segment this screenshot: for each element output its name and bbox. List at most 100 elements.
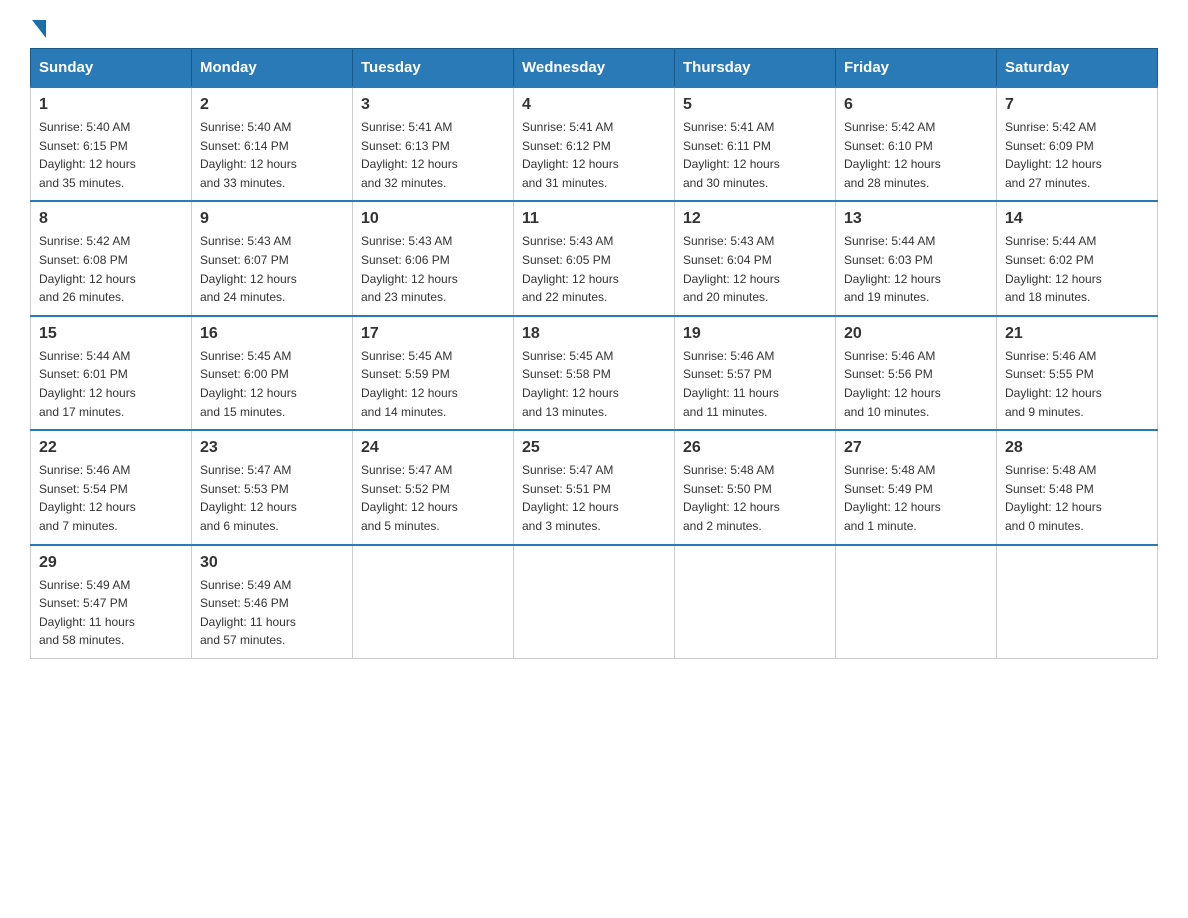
day-number: 28 xyxy=(1005,439,1149,457)
calendar-day xyxy=(353,545,514,659)
day-info: Sunrise: 5:43 AMSunset: 6:04 PMDaylight:… xyxy=(683,232,827,306)
day-number: 11 xyxy=(522,210,666,228)
calendar-day: 6 Sunrise: 5:42 AMSunset: 6:10 PMDaylight… xyxy=(836,87,997,201)
calendar-day: 17Sunrise: 5:45 AMSunset: 5:59 PMDayligh… xyxy=(353,316,514,430)
day-info: Sunrise: 5:44 AMSunset: 6:01 PMDaylight:… xyxy=(39,347,183,421)
day-info: Sunrise: 5:48 AMSunset: 5:49 PMDaylight:… xyxy=(844,461,988,535)
calendar-day: 1 Sunrise: 5:40 AMSunset: 6:15 PMDaylight… xyxy=(31,87,192,201)
day-number: 6 xyxy=(844,96,988,114)
calendar-day: 30Sunrise: 5:49 AMSunset: 5:46 PMDayligh… xyxy=(192,545,353,659)
day-info: Sunrise: 5:41 AMSunset: 6:13 PMDaylight:… xyxy=(361,118,505,192)
calendar-week-5: 29 Sunrise: 5:49 AMSunset: 5:47 PMDayligh… xyxy=(31,545,1158,659)
day-info: Sunrise: 5:46 AMSunset: 5:54 PMDaylight:… xyxy=(39,461,183,535)
logo-arrow-icon xyxy=(32,20,46,38)
calendar-week-2: 8 Sunrise: 5:42 AMSunset: 6:08 PMDaylight… xyxy=(31,201,1158,315)
day-info: Sunrise: 5:43 AMSunset: 6:05 PMDaylight:… xyxy=(522,232,666,306)
day-info: Sunrise: 5:45 AMSunset: 5:58 PMDaylight:… xyxy=(522,347,666,421)
calendar-day: 4 Sunrise: 5:41 AMSunset: 6:12 PMDaylight… xyxy=(514,87,675,201)
calendar-day: 14 Sunrise: 5:44 AMSunset: 6:02 PMDayligh… xyxy=(997,201,1158,315)
day-number: 12 xyxy=(683,210,827,228)
day-info: Sunrise: 5:49 AMSunset: 5:47 PMDaylight:… xyxy=(39,576,183,650)
calendar-week-1: 1 Sunrise: 5:40 AMSunset: 6:15 PMDaylight… xyxy=(31,87,1158,201)
day-info: Sunrise: 5:42 AMSunset: 6:10 PMDaylight:… xyxy=(844,118,988,192)
calendar-day: 12 Sunrise: 5:43 AMSunset: 6:04 PMDayligh… xyxy=(675,201,836,315)
day-number: 14 xyxy=(1005,210,1149,228)
day-number: 10 xyxy=(361,210,505,228)
weekday-header-wednesday: Wednesday xyxy=(514,49,675,88)
calendar-day: 7 Sunrise: 5:42 AMSunset: 6:09 PMDaylight… xyxy=(997,87,1158,201)
day-number: 8 xyxy=(39,210,183,228)
calendar-day: 26 Sunrise: 5:48 AMSunset: 5:50 PMDayligh… xyxy=(675,430,836,544)
day-number: 5 xyxy=(683,96,827,114)
calendar-day: 11 Sunrise: 5:43 AMSunset: 6:05 PMDayligh… xyxy=(514,201,675,315)
day-info: Sunrise: 5:44 AMSunset: 6:03 PMDaylight:… xyxy=(844,232,988,306)
calendar-day: 9 Sunrise: 5:43 AMSunset: 6:07 PMDaylight… xyxy=(192,201,353,315)
calendar-day: 21 Sunrise: 5:46 AMSunset: 5:55 PMDayligh… xyxy=(997,316,1158,430)
calendar-day: 13 Sunrise: 5:44 AMSunset: 6:03 PMDayligh… xyxy=(836,201,997,315)
day-number: 1 xyxy=(39,96,183,114)
calendar-day: 19 Sunrise: 5:46 AMSunset: 5:57 PMDayligh… xyxy=(675,316,836,430)
calendar-day: 20 Sunrise: 5:46 AMSunset: 5:56 PMDayligh… xyxy=(836,316,997,430)
day-info: Sunrise: 5:44 AMSunset: 6:02 PMDaylight:… xyxy=(1005,232,1149,306)
day-info: Sunrise: 5:45 AMSunset: 6:00 PMDaylight:… xyxy=(200,347,344,421)
logo xyxy=(30,20,48,38)
day-info: Sunrise: 5:48 AMSunset: 5:48 PMDaylight:… xyxy=(1005,461,1149,535)
day-number: 18 xyxy=(522,325,666,343)
calendar-day: 22Sunrise: 5:46 AMSunset: 5:54 PMDayligh… xyxy=(31,430,192,544)
weekday-header-friday: Friday xyxy=(836,49,997,88)
day-number: 4 xyxy=(522,96,666,114)
page-header xyxy=(30,20,1158,38)
day-info: Sunrise: 5:46 AMSunset: 5:56 PMDaylight:… xyxy=(844,347,988,421)
calendar-header-row: SundayMondayTuesdayWednesdayThursdayFrid… xyxy=(31,49,1158,88)
calendar-day: 25 Sunrise: 5:47 AMSunset: 5:51 PMDayligh… xyxy=(514,430,675,544)
day-info: Sunrise: 5:40 AMSunset: 6:15 PMDaylight:… xyxy=(39,118,183,192)
day-info: Sunrise: 5:46 AMSunset: 5:55 PMDaylight:… xyxy=(1005,347,1149,421)
day-number: 19 xyxy=(683,325,827,343)
day-info: Sunrise: 5:43 AMSunset: 6:07 PMDaylight:… xyxy=(200,232,344,306)
day-info: Sunrise: 5:40 AMSunset: 6:14 PMDaylight:… xyxy=(200,118,344,192)
day-info: Sunrise: 5:41 AMSunset: 6:12 PMDaylight:… xyxy=(522,118,666,192)
day-number: 15 xyxy=(39,325,183,343)
calendar-day: 16 Sunrise: 5:45 AMSunset: 6:00 PMDayligh… xyxy=(192,316,353,430)
day-number: 16 xyxy=(200,325,344,343)
day-info: Sunrise: 5:47 AMSunset: 5:52 PMDaylight:… xyxy=(361,461,505,535)
calendar-day: 10Sunrise: 5:43 AMSunset: 6:06 PMDayligh… xyxy=(353,201,514,315)
calendar-day xyxy=(836,545,997,659)
day-info: Sunrise: 5:48 AMSunset: 5:50 PMDaylight:… xyxy=(683,461,827,535)
day-info: Sunrise: 5:45 AMSunset: 5:59 PMDaylight:… xyxy=(361,347,505,421)
day-number: 3 xyxy=(361,96,505,114)
calendar-day: 18 Sunrise: 5:45 AMSunset: 5:58 PMDayligh… xyxy=(514,316,675,430)
day-number: 30 xyxy=(200,554,344,572)
day-number: 29 xyxy=(39,554,183,572)
day-info: Sunrise: 5:47 AMSunset: 5:51 PMDaylight:… xyxy=(522,461,666,535)
day-info: Sunrise: 5:46 AMSunset: 5:57 PMDaylight:… xyxy=(683,347,827,421)
calendar-body: 1 Sunrise: 5:40 AMSunset: 6:15 PMDaylight… xyxy=(31,87,1158,658)
day-number: 9 xyxy=(200,210,344,228)
day-number: 2 xyxy=(200,96,344,114)
day-number: 26 xyxy=(683,439,827,457)
calendar-day: 24 Sunrise: 5:47 AMSunset: 5:52 PMDayligh… xyxy=(353,430,514,544)
day-number: 20 xyxy=(844,325,988,343)
calendar-day: 2 Sunrise: 5:40 AMSunset: 6:14 PMDaylight… xyxy=(192,87,353,201)
day-number: 24 xyxy=(361,439,505,457)
calendar-day: 5 Sunrise: 5:41 AMSunset: 6:11 PMDaylight… xyxy=(675,87,836,201)
day-info: Sunrise: 5:42 AMSunset: 6:08 PMDaylight:… xyxy=(39,232,183,306)
calendar-day: 28 Sunrise: 5:48 AMSunset: 5:48 PMDayligh… xyxy=(997,430,1158,544)
day-number: 21 xyxy=(1005,325,1149,343)
calendar-day: 15 Sunrise: 5:44 AMSunset: 6:01 PMDayligh… xyxy=(31,316,192,430)
day-number: 25 xyxy=(522,439,666,457)
day-number: 7 xyxy=(1005,96,1149,114)
weekday-header-saturday: Saturday xyxy=(997,49,1158,88)
day-number: 13 xyxy=(844,210,988,228)
weekday-header-sunday: Sunday xyxy=(31,49,192,88)
day-info: Sunrise: 5:42 AMSunset: 6:09 PMDaylight:… xyxy=(1005,118,1149,192)
day-number: 23 xyxy=(200,439,344,457)
calendar-day: 8 Sunrise: 5:42 AMSunset: 6:08 PMDaylight… xyxy=(31,201,192,315)
calendar-day xyxy=(997,545,1158,659)
day-info: Sunrise: 5:41 AMSunset: 6:11 PMDaylight:… xyxy=(683,118,827,192)
weekday-header-monday: Monday xyxy=(192,49,353,88)
calendar-day: 3 Sunrise: 5:41 AMSunset: 6:13 PMDaylight… xyxy=(353,87,514,201)
calendar-day xyxy=(514,545,675,659)
calendar-table: SundayMondayTuesdayWednesdayThursdayFrid… xyxy=(30,48,1158,659)
calendar-week-3: 15 Sunrise: 5:44 AMSunset: 6:01 PMDayligh… xyxy=(31,316,1158,430)
